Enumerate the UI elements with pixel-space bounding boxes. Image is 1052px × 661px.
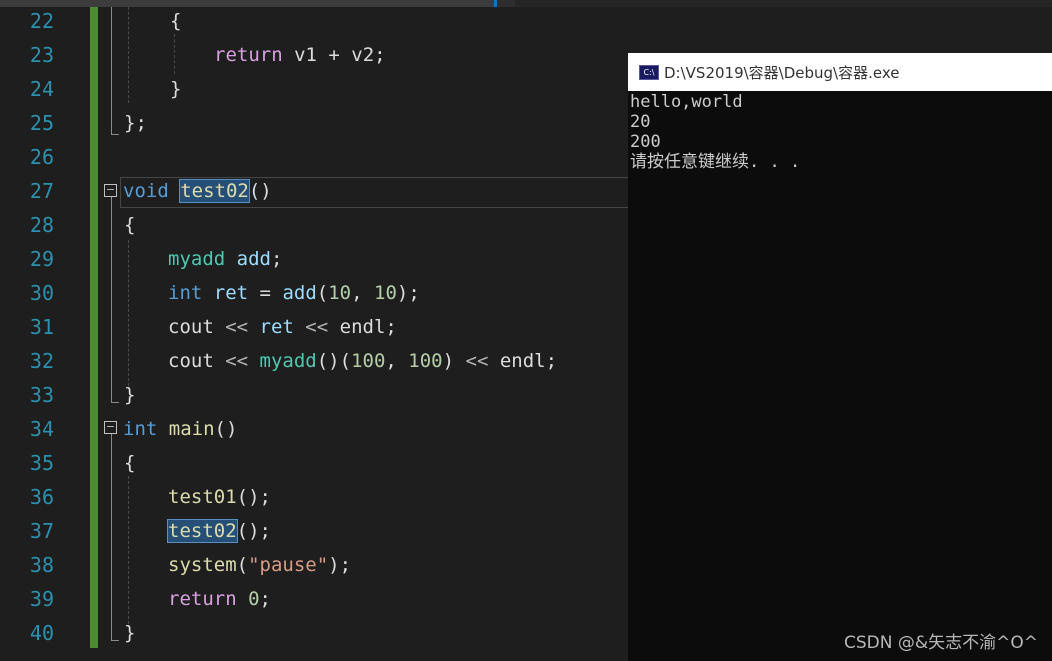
symbol-highlight: test02 — [179, 179, 250, 203]
collapse-icon[interactable]: − — [104, 421, 117, 434]
line-number: 23 — [29, 43, 54, 67]
line-number: 34 — [29, 417, 54, 441]
code-line-39: return 0; — [168, 588, 271, 610]
indent-guide — [128, 240, 129, 386]
fold-line — [111, 434, 112, 640]
output-line: 200 — [630, 132, 661, 152]
console-output: hello,world 20 200 请按任意键继续. . . — [630, 92, 800, 172]
indent-guide — [128, 7, 129, 103]
output-line: 20 — [630, 112, 651, 132]
line-number: 37 — [29, 519, 54, 543]
line-number: 27 — [29, 179, 54, 203]
collapse-icon[interactable]: − — [104, 184, 117, 197]
line-number: 24 — [29, 77, 54, 101]
line-number: 22 — [29, 9, 54, 33]
line-number: 40 — [29, 621, 54, 645]
code-line-40: } — [124, 622, 136, 644]
line-number: 36 — [29, 485, 54, 509]
line-number: 32 — [29, 349, 54, 373]
fold-end — [111, 640, 119, 641]
console-app-icon: C:\ — [639, 64, 659, 80]
line-number-gutter: 22 23 24 25 26 27 28 29 30 31 32 33 34 3… — [0, 0, 90, 661]
code-line-38: system("pause"); — [168, 554, 352, 576]
line-number: 39 — [29, 587, 54, 611]
fold-line — [111, 197, 112, 402]
code-line-31: cout << ret << endl; — [168, 316, 397, 338]
line-number: 26 — [29, 145, 54, 169]
code-line-36: test01(); — [168, 486, 271, 508]
code-line-28: { — [124, 214, 136, 236]
code-line-32: cout << myadd()(100, 100) << endl; — [168, 350, 558, 372]
console-title: D:\VS2019\容器\Debug\容器.exe — [664, 63, 900, 82]
code-line-33: } — [124, 384, 136, 406]
watermark: CSDN @&矢志不渝^O^ — [844, 633, 1038, 653]
line-number: 35 — [29, 451, 54, 475]
console-titlebar[interactable]: C:\ D:\VS2019\容器\Debug\容器.exe — [628, 53, 1052, 91]
line-number: 28 — [29, 213, 54, 237]
fold-line — [111, 7, 112, 134]
code-line-29: myadd add; — [168, 248, 283, 270]
line-number: 33 — [29, 383, 54, 407]
console-window[interactable]: C:\ D:\VS2019\容器\Debug\容器.exe hello,worl… — [628, 53, 1052, 661]
inactive-tab[interactable] — [515, 0, 1052, 7]
code-line-22: { — [170, 10, 182, 32]
line-number: 30 — [29, 281, 54, 305]
indent-guide — [128, 476, 129, 624]
line-number: 29 — [29, 247, 54, 271]
symbol-highlight: test02 — [167, 519, 238, 543]
code-line-24: } — [170, 78, 182, 100]
output-line: hello,world — [630, 92, 743, 112]
change-tracking-bar — [90, 7, 98, 648]
code-line-23: return v1 + v2; — [214, 44, 386, 66]
line-number: 31 — [29, 315, 54, 339]
code-line-35: { — [124, 452, 136, 474]
code-line-37: test02(); — [167, 519, 271, 543]
code-line-34: int main() — [123, 418, 238, 440]
fold-end — [111, 134, 119, 135]
code-line-25: }; — [124, 112, 147, 134]
line-number: 38 — [29, 553, 54, 577]
fold-end — [111, 402, 119, 403]
output-line: 请按任意键继续. . . — [630, 152, 801, 172]
editor-tab-strip — [0, 0, 1052, 7]
indent-guide — [174, 34, 175, 74]
tab-indicator — [494, 0, 497, 7]
code-line-30: int ret = add(10, 10); — [168, 282, 420, 304]
line-number: 25 — [29, 111, 54, 135]
code-line-27: void test02() — [123, 179, 272, 203]
